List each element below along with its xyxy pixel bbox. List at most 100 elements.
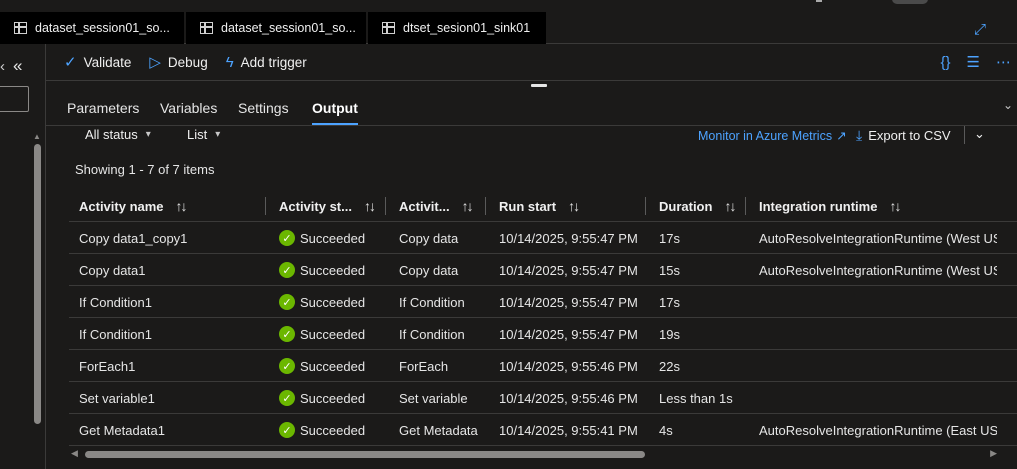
table-row[interactable]: ForEach1 ✓ Succeeded ForEach 10/14/2025, … xyxy=(69,350,1017,382)
sort-icon[interactable]: ↑↓ xyxy=(889,198,901,214)
add-trigger-label: Add trigger xyxy=(240,54,307,70)
table-header: Activity name ↑↓ Activity st... ↑↓ Activit… xyxy=(69,190,1017,222)
validate-button[interactable]: ✓ Validate xyxy=(64,53,131,71)
column-header-integration-runtime[interactable]: Integration runtime ↑↓ xyxy=(749,190,901,222)
scroll-up-icon[interactable]: ▲ xyxy=(33,132,41,141)
table-row[interactable]: If Condition1 ✓ Succeeded If Condition 10… xyxy=(69,286,1017,318)
tab-dataset-1[interactable]: dataset_session01_so... xyxy=(0,12,184,44)
activity-name-cell[interactable]: Copy data1_copy1 xyxy=(69,222,265,254)
tab-dataset-2[interactable]: dataset_session01_so... xyxy=(186,12,366,44)
table-icon xyxy=(14,22,27,34)
debug-button[interactable]: ▷ Debug xyxy=(149,53,207,71)
activity-name-cell[interactable]: Set variable1 xyxy=(69,382,265,414)
runtime-cell: AutoResolveIntegrationRuntime (West US xyxy=(759,230,997,246)
sort-icon[interactable]: ↑↓ xyxy=(724,198,736,214)
column-header-activity-type[interactable]: Activit... ↑↓ xyxy=(389,190,474,222)
scroll-left-icon[interactable]: ◀ xyxy=(71,448,78,459)
horizontal-scrollbar[interactable]: ◀ ▶ xyxy=(69,448,997,460)
scrollbar-thumb[interactable] xyxy=(85,451,645,458)
status-cell: ✓ Succeeded xyxy=(269,222,385,254)
activity-type-cell: Set variable xyxy=(399,390,468,406)
tab-label: dtset_sesion01_sink01 xyxy=(403,21,531,35)
activity-name-cell[interactable]: If Condition1 xyxy=(69,286,265,318)
table-row[interactable]: Copy data1_copy1 ✓ Succeeded Copy data 10… xyxy=(69,222,1017,254)
toolbar-divider xyxy=(46,80,1017,81)
chevron-down-icon[interactable]: ⌄ xyxy=(1003,98,1013,112)
status-text: Succeeded xyxy=(300,262,366,278)
scrollbar-thumb[interactable] xyxy=(34,144,41,424)
succeeded-icon: ✓ xyxy=(279,422,295,438)
collapse-double-left-icon[interactable]: « xyxy=(13,56,22,76)
view-filter[interactable]: List ▾ xyxy=(187,127,220,142)
tab-label: dataset_session01_so... xyxy=(221,21,356,35)
scroll-right-icon[interactable]: ▶ xyxy=(990,448,997,459)
column-header-activity-name[interactable]: Activity name ↑↓ xyxy=(69,190,188,222)
column-divider[interactable] xyxy=(385,197,386,215)
sort-icon[interactable]: ↑↓ xyxy=(364,198,376,214)
code-braces-icon[interactable]: {} xyxy=(941,54,951,71)
expand-icon[interactable]: ⤢ xyxy=(974,21,986,38)
status-text: Succeeded xyxy=(300,390,366,406)
table-row[interactable]: If Condition1 ✓ Succeeded If Condition 10… xyxy=(69,318,1017,350)
more-icon[interactable]: ⋯ xyxy=(996,53,1011,71)
column-divider[interactable] xyxy=(265,197,266,215)
chevron-down-icon[interactable]: ⌄ xyxy=(974,126,985,142)
table-row[interactable]: Set variable1 ✓ Succeeded Set variable 10… xyxy=(69,382,1017,414)
status-cell: ✓ Succeeded xyxy=(269,318,385,350)
tab-variables[interactable]: Variables xyxy=(160,100,217,116)
resize-handle[interactable] xyxy=(531,84,547,87)
runtime-cell xyxy=(749,318,997,350)
search-box[interactable] xyxy=(0,86,29,112)
status-text: Succeeded xyxy=(300,326,366,342)
column-header-run-start[interactable]: Run start ↑↓ xyxy=(489,190,580,222)
column-divider[interactable] xyxy=(645,197,646,215)
status-text: Succeeded xyxy=(300,294,366,310)
debug-play-icon: ▷ xyxy=(149,54,161,71)
duration-cell: 17s xyxy=(659,294,680,310)
duration-cell: Less than 1s xyxy=(659,390,733,406)
duration-cell: 15s xyxy=(659,262,680,278)
column-header-activity-status[interactable]: Activity st... ↑↓ xyxy=(269,190,376,222)
succeeded-icon: ✓ xyxy=(279,230,295,246)
sort-icon[interactable]: ↑↓ xyxy=(568,198,580,214)
status-text: Succeeded xyxy=(300,358,366,374)
panel-tab-bar: Parameters Variables Settings Output ⌄ xyxy=(46,92,1017,126)
add-trigger-icon: ϟ xyxy=(225,53,234,71)
table-row[interactable]: Get Metadata1 ✓ Succeeded Get Metadata 10… xyxy=(69,414,1017,446)
activity-type-cell: Get Metadata xyxy=(399,422,478,438)
runtime-cell: AutoResolveIntegrationRuntime (West US xyxy=(759,262,997,278)
activity-name-cell[interactable]: Copy data1 xyxy=(69,254,265,286)
vertical-scrollbar[interactable]: ▲ xyxy=(32,132,42,466)
tab-settings[interactable]: Settings xyxy=(238,100,289,116)
editor-tab-bar: dataset_session01_so... dataset_session0… xyxy=(0,12,1017,44)
status-cell: ✓ Succeeded xyxy=(269,286,385,318)
sort-icon[interactable]: ↑↓ xyxy=(462,198,474,214)
run-start-cell: 10/14/2025, 9:55:46 PM xyxy=(499,358,638,374)
tab-parameters[interactable]: Parameters xyxy=(67,100,139,116)
run-start-cell: 10/14/2025, 9:55:47 PM xyxy=(499,262,638,278)
tab-dataset-3[interactable]: dtset_sesion01_sink01 xyxy=(368,12,546,44)
export-csv-button[interactable]: ⤓ Export to CSV xyxy=(856,127,951,144)
column-label: Activit... xyxy=(399,198,450,214)
properties-icon[interactable]: ☰ xyxy=(967,53,980,71)
tab-output[interactable]: Output xyxy=(312,100,358,125)
toolbar-right: {} ☰ ⋯ xyxy=(941,44,1017,80)
status-filter[interactable]: All status ▾ xyxy=(85,127,151,142)
duration-cell: 22s xyxy=(659,358,680,374)
column-divider[interactable] xyxy=(745,197,746,215)
column-header-duration[interactable]: Duration ↑↓ xyxy=(649,190,736,222)
column-divider[interactable] xyxy=(485,197,486,215)
table-row[interactable]: Copy data1 ✓ Succeeded Copy data 10/14/20… xyxy=(69,254,1017,286)
activity-name-cell[interactable]: ForEach1 xyxy=(69,350,265,382)
activity-name-cell[interactable]: Get Metadata1 xyxy=(69,414,265,446)
sort-icon[interactable]: ↑↓ xyxy=(176,198,188,214)
output-filter-row: All status ▾ List ▾ Monitor in Azure Met… xyxy=(46,126,1017,146)
chevron-left-icon[interactable]: ‹ xyxy=(0,58,5,75)
monitor-azure-metrics-link[interactable]: Monitor in Azure Metrics ↗ xyxy=(698,128,847,144)
pipeline-toolbar: ✓ Validate ▷ Debug ϟ Add trigger {} ☰ ⋯ xyxy=(46,44,1017,80)
activity-name-cell[interactable]: If Condition1 xyxy=(69,318,265,350)
activity-type-cell: Copy data xyxy=(399,230,459,246)
column-label: Duration xyxy=(659,198,713,214)
add-trigger-button[interactable]: ϟ Add trigger xyxy=(226,54,307,71)
column-label: Activity name xyxy=(79,198,164,214)
